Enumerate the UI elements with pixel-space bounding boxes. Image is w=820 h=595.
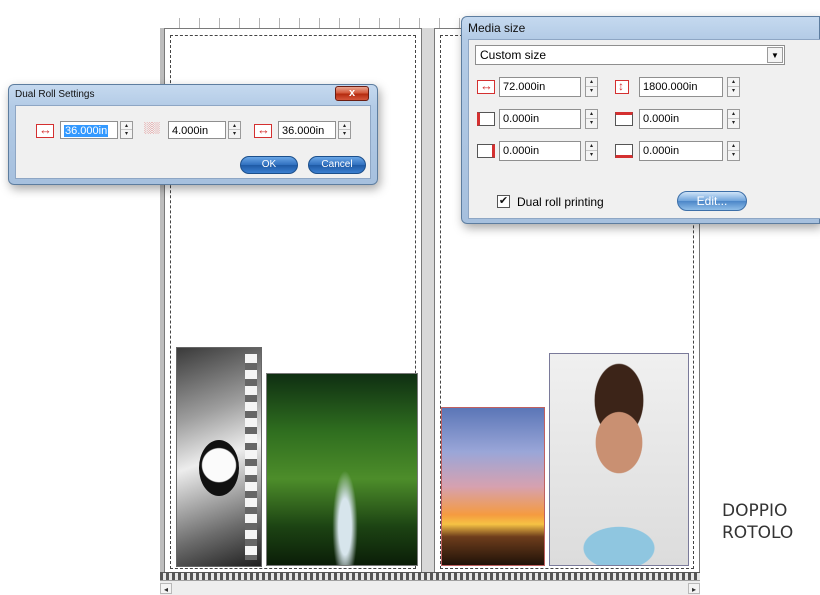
margin-right-spinner[interactable]: ▴ ▾ (585, 141, 598, 161)
roll-gap-icon (144, 122, 160, 138)
caption-line-1: DOPPIO (722, 501, 788, 521)
artwork-woman-washing-face[interactable] (549, 353, 689, 566)
margin-bottom-field[interactable]: 0.000in (639, 141, 723, 161)
right-roll-width-spinner[interactable]: ▴ ▾ (338, 121, 351, 139)
media-height-field[interactable]: 1800.000in (639, 77, 723, 97)
margin-bottom-icon (615, 144, 633, 158)
edit-button[interactable]: Edit... (677, 191, 747, 211)
spin-up-icon[interactable]: ▴ (586, 110, 597, 119)
roll-gap-field[interactable]: 4.000in (168, 121, 226, 139)
illustration-face (199, 440, 239, 496)
roll-edge-strip (160, 572, 700, 580)
roll-gap-spinner[interactable]: ▴ ▾ (228, 121, 241, 139)
spin-up-icon[interactable]: ▴ (586, 142, 597, 151)
media-size-dialog: Media size Custom size ▼ 72.000in ▴ ▾ 18… (461, 16, 820, 224)
caption: DOPPIO ROTOLO (722, 500, 818, 544)
margin-right-field[interactable]: 0.000in (499, 141, 581, 161)
margin-bottom-spinner[interactable]: ▴ ▾ (727, 141, 740, 161)
left-roll-width-spinner[interactable]: ▴ ▾ (120, 121, 133, 139)
spin-down-icon[interactable]: ▾ (728, 87, 739, 96)
spin-down-icon[interactable]: ▾ (586, 87, 597, 96)
spin-up-icon[interactable]: ▴ (728, 110, 739, 119)
margin-top-spinner[interactable]: ▴ ▾ (727, 109, 740, 129)
dialog-body: Custom size ▼ 72.000in ▴ ▾ 1800.000in ▴ … (468, 39, 820, 219)
right-roll-width-field[interactable]: 36.000in (278, 121, 336, 139)
artwork-girl-illustration[interactable] (176, 347, 262, 567)
film-strip-graphic (245, 354, 257, 560)
spin-up-icon[interactable]: ▴ (728, 142, 739, 151)
media-size-value: Custom size (480, 48, 547, 62)
artwork-forest-photo[interactable] (266, 373, 418, 566)
cancel-button[interactable]: Cancel (308, 156, 366, 174)
media-height-icon (615, 79, 629, 94)
scroll-left-button[interactable]: ◂ (160, 583, 172, 594)
dialog-title: Media size (468, 21, 526, 35)
dialog-body: 36.000in ▴ ▾ 4.000in ▴ ▾ 36.000in ▴ ▾ OK… (15, 105, 371, 179)
spin-up-icon[interactable]: ▴ (229, 122, 240, 130)
media-width-field[interactable]: 72.000in (499, 77, 581, 97)
media-height-spinner[interactable]: ▴ ▾ (727, 77, 740, 97)
dual-roll-checkbox[interactable]: ✔ (497, 195, 510, 208)
artwork-sunset-photo[interactable] (441, 407, 545, 566)
chevron-down-icon[interactable]: ▼ (767, 47, 783, 63)
spin-up-icon[interactable]: ▴ (586, 78, 597, 87)
dual-roll-settings-dialog: Dual Roll Settings x 36.000in ▴ ▾ 4.000i… (8, 84, 378, 185)
margin-top-field[interactable]: 0.000in (639, 109, 723, 129)
spin-down-icon[interactable]: ▾ (728, 151, 739, 160)
margin-right-icon (477, 144, 495, 158)
horizontal-scrollbar[interactable]: ◂ ▸ (160, 580, 700, 595)
dual-roll-label[interactable]: Dual roll printing (517, 195, 604, 209)
ok-button[interactable]: OK (240, 156, 298, 174)
spin-up-icon[interactable]: ▴ (121, 122, 132, 130)
spin-up-icon[interactable]: ▴ (339, 122, 350, 130)
media-width-spinner[interactable]: ▴ ▾ (585, 77, 598, 97)
close-button[interactable]: x (335, 86, 369, 101)
right-roll-width-icon (254, 122, 272, 138)
margin-left-field[interactable]: 0.000in (499, 109, 581, 129)
caption-line-2: ROTOLO (722, 523, 794, 543)
dialog-title: Dual Roll Settings (15, 89, 95, 100)
spin-down-icon[interactable]: ▾ (339, 130, 350, 138)
spin-up-icon[interactable]: ▴ (728, 78, 739, 87)
spin-down-icon[interactable]: ▾ (586, 151, 597, 160)
spin-down-icon[interactable]: ▾ (728, 119, 739, 128)
margin-left-icon (477, 112, 495, 126)
margin-top-icon (615, 112, 633, 126)
margin-left-spinner[interactable]: ▴ ▾ (585, 109, 598, 129)
spin-down-icon[interactable]: ▾ (586, 119, 597, 128)
spin-down-icon[interactable]: ▾ (229, 130, 240, 138)
scroll-right-button[interactable]: ▸ (688, 583, 700, 594)
left-roll-width-icon (36, 122, 54, 138)
media-size-select[interactable]: Custom size ▼ (475, 45, 785, 65)
spin-down-icon[interactable]: ▾ (121, 130, 132, 138)
media-width-icon (477, 78, 495, 94)
left-roll-width-field[interactable]: 36.000in (60, 121, 118, 139)
